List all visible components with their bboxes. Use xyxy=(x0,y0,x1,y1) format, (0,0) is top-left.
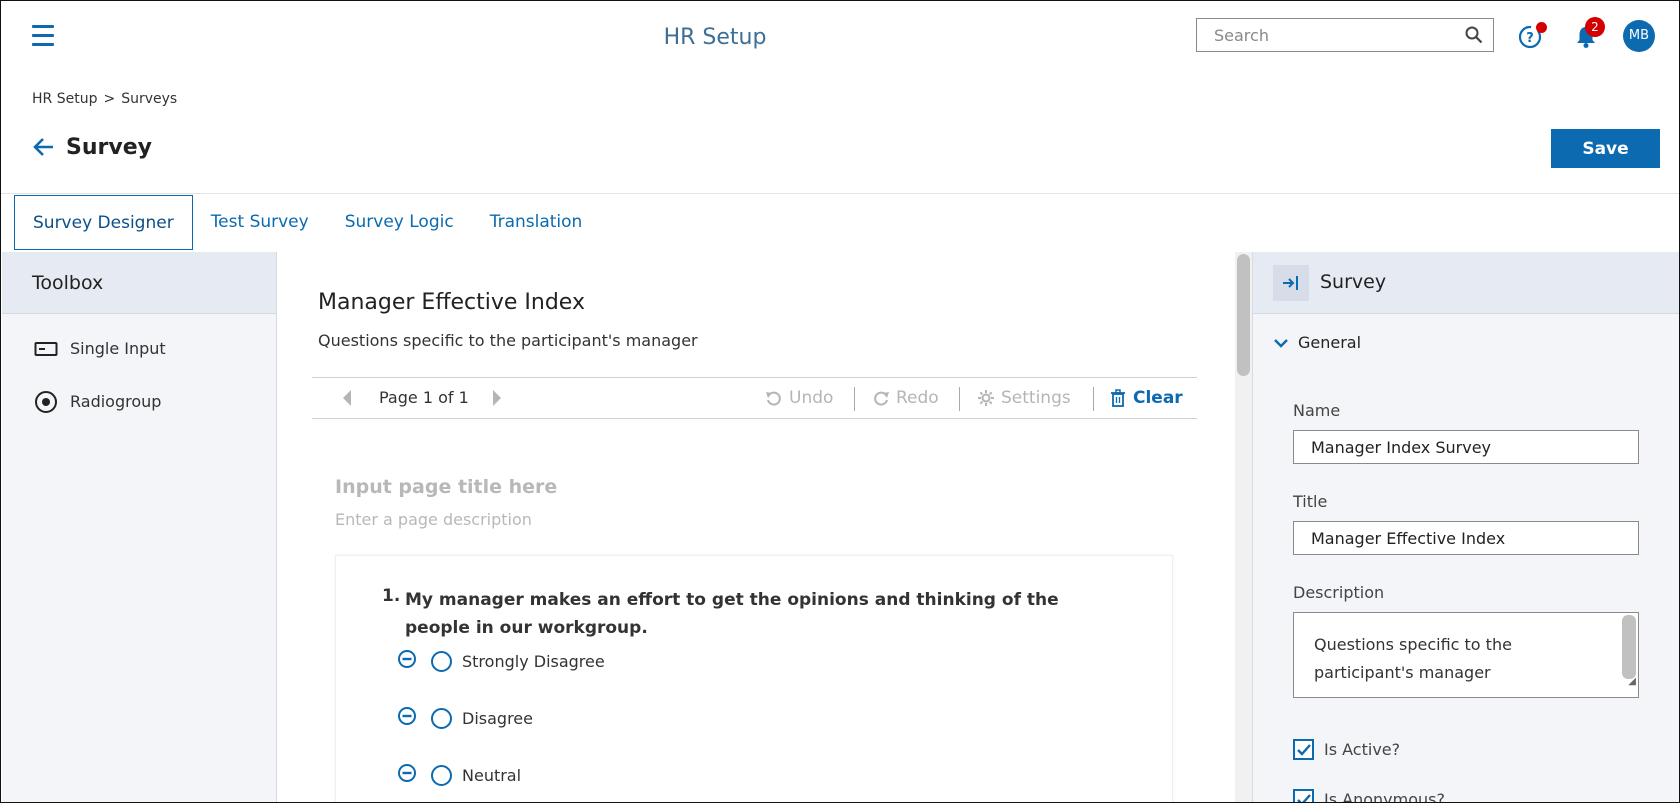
is-anonymous-checkbox[interactable] xyxy=(1293,789,1314,802)
trash-icon xyxy=(1111,389,1125,407)
help-notification-dot xyxy=(1536,22,1547,33)
breadcrumb-separator: > xyxy=(103,91,116,107)
question-card[interactable]: 1. My manager makes an effort to get the… xyxy=(335,555,1173,802)
settings-label: Settings xyxy=(1001,388,1071,408)
collapse-panel-icon[interactable] xyxy=(1273,265,1309,301)
name-field[interactable] xyxy=(1293,430,1639,464)
properties-title: Survey xyxy=(1320,271,1387,293)
page-title-placeholder[interactable]: Input page title here xyxy=(335,476,557,498)
properties-panel: Survey General Name Title Description Qu… xyxy=(1252,252,1679,803)
gear-icon xyxy=(978,390,994,406)
single-input-icon xyxy=(34,341,58,356)
designer-toolbar: Page 1 of 1 Undo Redo Settings Clear xyxy=(312,377,1197,419)
question-number: 1. xyxy=(382,586,401,606)
checkmark-icon xyxy=(1296,793,1311,802)
tab-translation[interactable]: Translation xyxy=(472,195,601,250)
choice-label[interactable]: Strongly Disagree xyxy=(462,652,605,671)
toolbox-item-label: Radiogroup xyxy=(70,392,162,411)
title-field[interactable] xyxy=(1293,521,1639,555)
page-indicator: Page 1 of 1 xyxy=(379,388,469,407)
page-description-placeholder[interactable]: Enter a page description xyxy=(335,510,532,529)
remove-choice-icon[interactable] xyxy=(397,706,417,730)
toolbox-title: Toolbox xyxy=(2,252,276,314)
is-anonymous-label: Is Anonymous? xyxy=(1324,790,1445,803)
remove-choice-icon[interactable] xyxy=(397,649,417,673)
toolbar-separator xyxy=(854,387,855,411)
survey-description[interactable]: Questions specific to the participant's … xyxy=(318,331,698,350)
prev-page-icon[interactable] xyxy=(340,389,354,411)
toolbar-separator xyxy=(959,387,960,411)
remove-choice-icon[interactable] xyxy=(397,763,417,787)
resize-grip-icon[interactable]: ◢ xyxy=(1628,668,1636,696)
is-anonymous-checkbox-row[interactable]: Is Anonymous? xyxy=(1293,789,1445,803)
description-field[interactable]: Questions specific to the participant's … xyxy=(1293,612,1639,698)
choice-item: Disagree xyxy=(397,706,533,730)
choice-item: Strongly Disagree xyxy=(397,649,605,673)
undo-icon xyxy=(766,391,781,406)
undo-label: Undo xyxy=(789,388,834,408)
checkmark-icon xyxy=(1296,743,1311,756)
is-active-checkbox[interactable] xyxy=(1293,739,1314,760)
page-title: Survey xyxy=(66,135,152,160)
search-box xyxy=(1196,18,1494,52)
breadcrumb-root[interactable]: HR Setup xyxy=(32,91,97,107)
title-label: Title xyxy=(1293,492,1328,511)
tab-survey-designer[interactable]: Survey Designer xyxy=(14,195,193,250)
choice-radio[interactable] xyxy=(431,650,452,672)
redo-label: Redo xyxy=(896,388,939,408)
breadcrumb-current[interactable]: Surveys xyxy=(121,91,177,107)
clear-button[interactable]: Clear xyxy=(1109,388,1183,408)
section-general-toggle[interactable]: General xyxy=(1273,333,1361,352)
choice-radio[interactable] xyxy=(431,764,452,786)
is-active-label: Is Active? xyxy=(1324,740,1401,759)
redo-icon xyxy=(874,391,889,406)
clear-label: Clear xyxy=(1133,388,1183,408)
toolbox-panel: Toolbox Single Input Radiogroup xyxy=(2,252,277,802)
tab-bar: Survey Designer Test Survey Survey Logic… xyxy=(14,195,600,251)
question-text[interactable]: My manager makes an effort to get the op… xyxy=(405,586,1105,642)
properties-header: Survey xyxy=(1253,252,1679,314)
choice-label[interactable]: Neutral xyxy=(462,766,521,785)
back-arrow-icon[interactable] xyxy=(32,135,56,159)
chevron-down-icon xyxy=(1274,338,1288,348)
is-active-checkbox-row[interactable]: Is Active? xyxy=(1293,739,1400,760)
notification-badge: 2 xyxy=(1585,17,1605,37)
toolbar-separator xyxy=(1093,387,1094,411)
choice-label[interactable]: Disagree xyxy=(462,709,533,728)
description-text: Questions specific to the participant's … xyxy=(1314,635,1512,682)
search-input[interactable] xyxy=(1197,19,1447,51)
header-divider xyxy=(1,193,1679,194)
next-page-icon[interactable] xyxy=(490,389,504,411)
name-label: Name xyxy=(1293,401,1341,420)
undo-button[interactable]: Undo xyxy=(765,388,833,408)
search-icon[interactable] xyxy=(1465,26,1483,48)
choice-item: Neutral xyxy=(397,763,521,787)
radiogroup-icon xyxy=(35,390,57,413)
avatar[interactable]: MB xyxy=(1623,20,1655,52)
toolbox-item-single-input[interactable]: Single Input xyxy=(2,322,276,375)
designer-scroll-thumb[interactable] xyxy=(1237,254,1250,376)
svg-text:?: ? xyxy=(1526,31,1534,46)
description-label: Description xyxy=(1293,583,1385,602)
toolbox-item-label: Single Input xyxy=(70,339,166,358)
choice-radio[interactable] xyxy=(431,707,452,729)
survey-title[interactable]: Manager Effective Index xyxy=(318,290,585,315)
settings-button[interactable]: Settings xyxy=(977,388,1071,408)
section-general-label: General xyxy=(1298,333,1362,352)
app-window: HR Setup ? 2 MB HR Setup > Surveys Survey … xyxy=(0,0,1680,803)
breadcrumb: HR Setup > Surveys xyxy=(32,91,177,107)
save-button[interactable]: Save xyxy=(1551,129,1660,168)
survey-designer-canvas: Manager Effective Index Questions specif… xyxy=(278,252,1234,802)
tab-survey-logic[interactable]: Survey Logic xyxy=(327,195,472,250)
toolbox-item-radiogroup[interactable]: Radiogroup xyxy=(2,375,276,428)
tab-test-survey[interactable]: Test Survey xyxy=(193,195,327,250)
redo-button[interactable]: Redo xyxy=(872,388,939,408)
